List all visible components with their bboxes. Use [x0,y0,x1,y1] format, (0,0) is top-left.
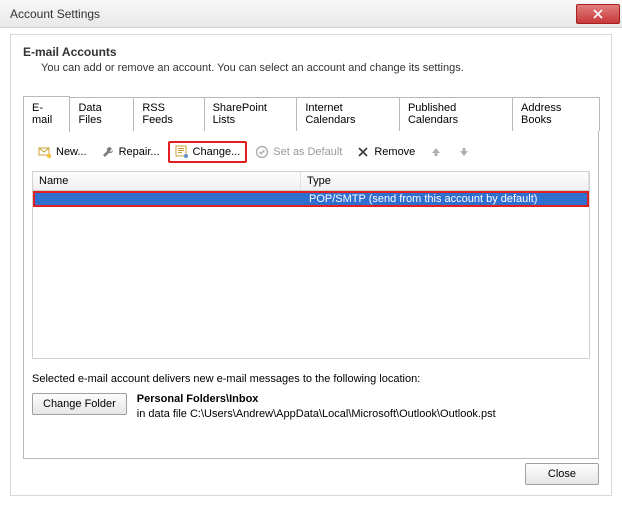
header-block: E-mail Accounts You can add or remove an… [23,45,599,74]
x-icon [356,145,370,159]
tab-strip: E-mail Data Files RSS Feeds SharePoint L… [23,97,599,132]
repair-label: Repair... [119,146,160,158]
cell-type: POP/SMTP (send from this account by defa… [303,193,587,205]
arrow-down-icon [457,145,471,159]
remove-button[interactable]: Remove [350,142,421,162]
tab-sharepoint-lists[interactable]: SharePoint Lists [204,97,298,131]
new-label: New... [56,146,87,158]
delivery-datafile: in data file C:\Users\Andrew\AppData\Loc… [137,408,496,420]
dialog-footer: Close [525,463,599,485]
remove-label: Remove [374,146,415,158]
table-row[interactable]: POP/SMTP (send from this account by defa… [33,191,589,207]
envelope-new-icon [38,145,52,159]
window-close-button[interactable] [576,4,620,24]
wrench-icon [101,145,115,159]
move-down-button [451,142,477,162]
column-header-type[interactable]: Type [301,172,589,190]
change-button[interactable]: Change... [168,141,248,163]
tab-rss-feeds[interactable]: RSS Feeds [133,97,204,131]
change-label: Change... [193,146,241,158]
new-button[interactable]: New... [32,142,93,162]
tab-data-files[interactable]: Data Files [69,97,134,131]
tab-published-calendars[interactable]: Published Calendars [399,97,513,131]
header-description: You can add or remove an account. You ca… [23,62,599,74]
close-button[interactable]: Close [525,463,599,485]
repair-button[interactable]: Repair... [95,142,166,162]
column-header-name[interactable]: Name [33,172,301,190]
tab-body: New... Repair... Change... [23,131,599,459]
window-title: Account Settings [10,7,576,21]
tab-internet-calendars[interactable]: Internet Calendars [296,97,400,131]
delivery-folder: Personal Folders\Inbox [137,393,496,405]
change-folder-button[interactable]: Change Folder [32,393,127,415]
tab-email[interactable]: E-mail [23,96,70,132]
set-default-label: Set as Default [273,146,342,158]
toolbar: New... Repair... Change... [32,139,590,171]
delivery-info: Personal Folders\Inbox in data file C:\U… [137,393,496,420]
properties-icon [175,145,189,159]
arrow-up-icon [429,145,443,159]
dialog-panel: E-mail Accounts You can add or remove an… [10,34,612,496]
delivery-section: Selected e-mail account delivers new e-m… [32,373,590,420]
header-title: E-mail Accounts [23,45,599,59]
title-bar: Account Settings [0,0,622,28]
set-default-button: Set as Default [249,142,348,162]
move-up-button [423,142,449,162]
account-list[interactable]: POP/SMTP (send from this account by defa… [32,191,590,359]
list-header: Name Type [32,171,590,191]
check-circle-icon [255,145,269,159]
tab-address-books[interactable]: Address Books [512,97,600,131]
delivery-description: Selected e-mail account delivers new e-m… [32,373,590,385]
